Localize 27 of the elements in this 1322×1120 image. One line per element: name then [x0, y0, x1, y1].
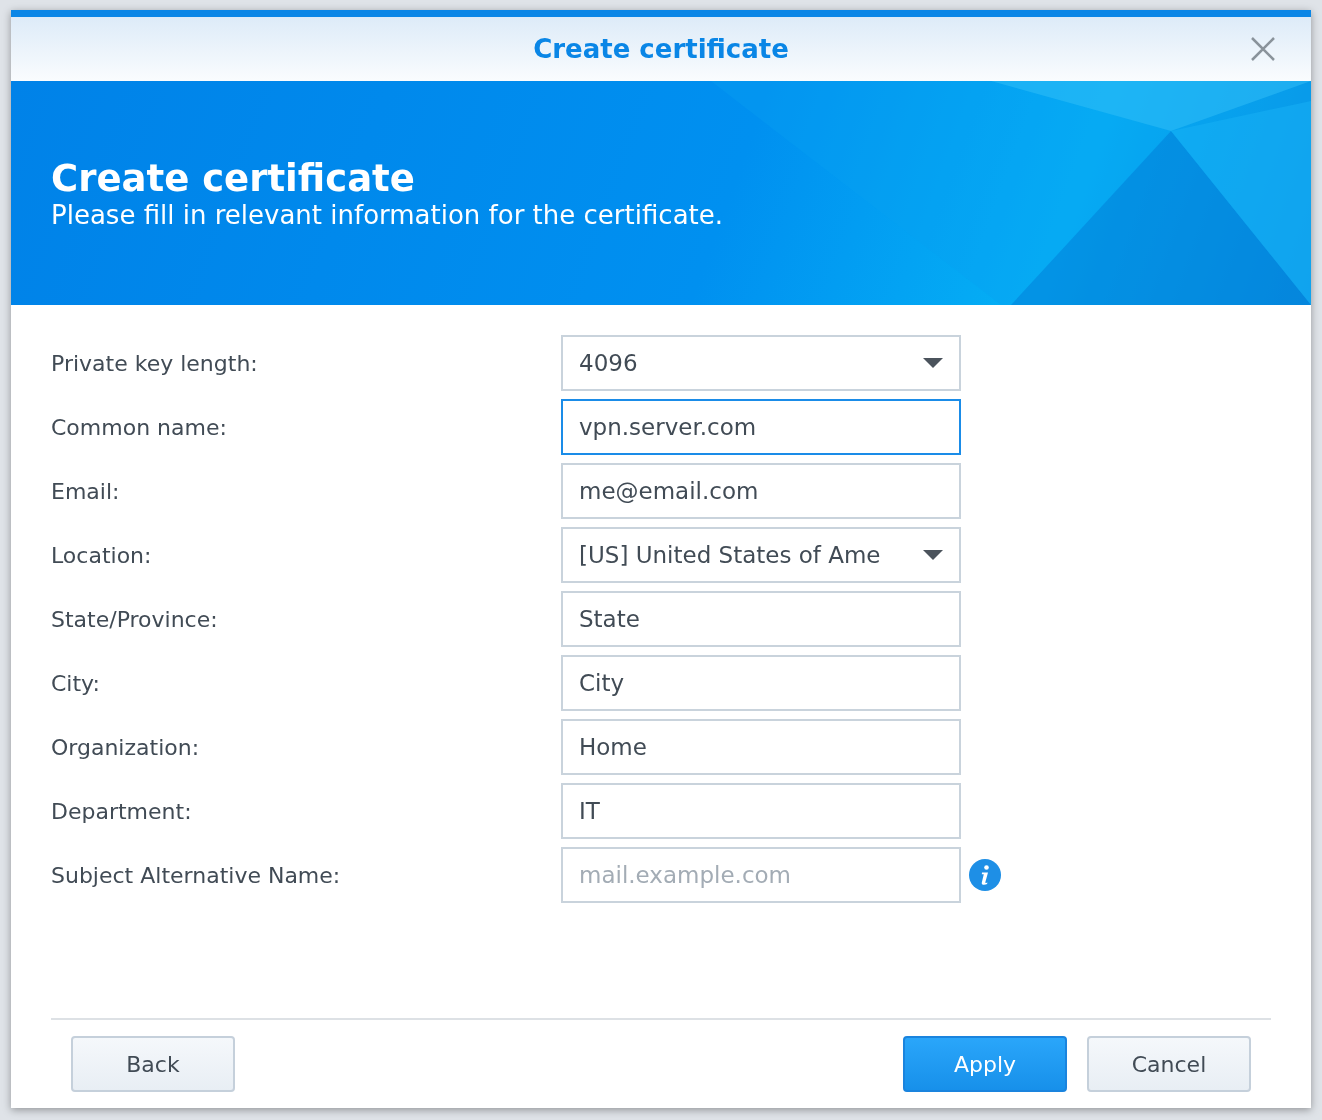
field-label: Common name:: [51, 414, 228, 440]
dialog-button[interactable]: Back: [71, 1036, 235, 1092]
field-label: City:: [51, 670, 101, 696]
dropdown[interactable]: 4096: [561, 335, 961, 391]
input-field[interactable]: Home: [561, 719, 961, 775]
input-field[interactable]: vpn.server.com: [561, 399, 961, 455]
dialog-title: Create certificate: [533, 34, 789, 64]
input-field[interactable]: IT: [561, 783, 961, 839]
caret-icon: [923, 358, 943, 368]
input-field[interactable]: mail.example.com: [561, 847, 961, 903]
field-label: Email:: [51, 478, 121, 504]
field-label: Subject Alternative Name:: [51, 862, 342, 888]
dropdown[interactable]: [US] United States of Ame: [561, 527, 961, 583]
info-icon[interactable]: [969, 859, 1001, 891]
banner-heading: Create certificate: [51, 156, 416, 200]
close-icon[interactable]: [1251, 37, 1275, 61]
input-field[interactable]: me@email.com: [561, 463, 961, 519]
banner-subtitle: Please fill in relevant information for the certificate.: [51, 199, 724, 230]
field-label: Department:: [51, 798, 193, 824]
input-field[interactable]: City: [561, 655, 961, 711]
field-label: Organization:: [51, 734, 201, 760]
field-label: State/Province:: [51, 606, 219, 632]
dialog-button[interactable]: Cancel: [1087, 1036, 1251, 1092]
field-label: Private key length:: [51, 350, 259, 376]
caret-icon: [923, 550, 943, 560]
field-label: Location:: [51, 542, 153, 568]
input-field[interactable]: State: [561, 591, 961, 647]
